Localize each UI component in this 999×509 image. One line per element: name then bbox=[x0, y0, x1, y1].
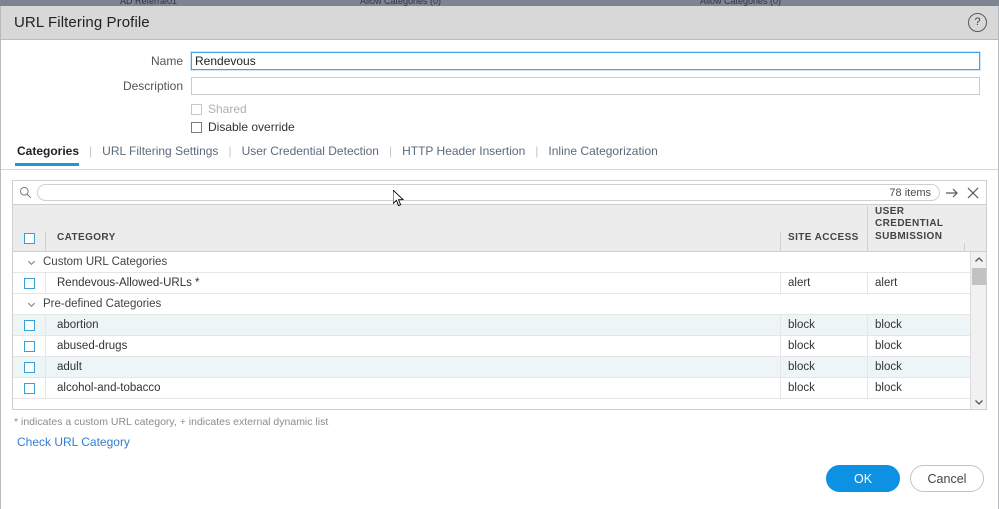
row-select-cell bbox=[13, 336, 45, 356]
scroll-up-arrow[interactable] bbox=[971, 252, 986, 267]
tab-url-filtering-settings[interactable]: URL Filtering Settings bbox=[92, 144, 228, 165]
table-body: Custom URL Categories Rendevous-Allowed-… bbox=[13, 252, 986, 409]
row-category: abortion bbox=[45, 315, 780, 335]
row-select-cell bbox=[13, 378, 45, 398]
table-row[interactable]: alcohol-and-tobacco block block bbox=[13, 378, 986, 399]
dialog-tabs: Categories | URL Filtering Settings | Us… bbox=[1, 144, 998, 170]
item-count-label: 78 items bbox=[889, 186, 931, 199]
magnifier-icon bbox=[20, 187, 32, 199]
shared-row: Shared bbox=[1, 102, 998, 116]
table-group-row[interactable]: Pre-defined Categories bbox=[13, 294, 986, 315]
disable-override-checkbox[interactable] bbox=[191, 121, 202, 133]
footnote-text: * indicates a custom URL category, + ind… bbox=[14, 416, 329, 428]
table-row[interactable]: adult block block bbox=[13, 357, 986, 378]
row-user-credential-submission[interactable]: block bbox=[867, 315, 964, 335]
close-x-icon[interactable] bbox=[965, 185, 981, 201]
row-user-credential-submission[interactable]: block bbox=[867, 336, 964, 356]
tab-categories[interactable]: Categories bbox=[15, 144, 89, 166]
table-scrollbar[interactable] bbox=[970, 252, 986, 409]
group-label: Pre-defined Categories bbox=[43, 298, 162, 310]
row-category: adult bbox=[45, 357, 780, 377]
tab-user-credential-detection[interactable]: User Credential Detection bbox=[232, 144, 389, 165]
cancel-button[interactable]: Cancel bbox=[910, 465, 984, 492]
categories-table: CATEGORY SITE ACCESS USER CREDENTIAL SUB… bbox=[12, 204, 987, 410]
row-site-access[interactable]: block bbox=[780, 315, 867, 335]
table-row[interactable]: abused-drugs block block bbox=[13, 336, 986, 357]
chevron-up-icon bbox=[974, 256, 983, 262]
header-scroll-gutter bbox=[964, 243, 980, 251]
name-label: Name bbox=[150, 54, 183, 68]
row-site-access[interactable]: block bbox=[780, 378, 867, 398]
row-user-credential-submission[interactable]: alert bbox=[867, 273, 964, 293]
chevron-down-icon[interactable] bbox=[27, 300, 36, 309]
header-user-credential-submission[interactable]: USER CREDENTIAL SUBMISSION bbox=[867, 205, 964, 251]
row-category: abused-drugs bbox=[45, 336, 780, 356]
row-select-cell bbox=[13, 273, 45, 293]
shared-checkbox bbox=[191, 103, 202, 115]
dialog-actions: OK Cancel bbox=[826, 465, 984, 492]
dialog-titlebar: URL Filtering Profile ? bbox=[1, 6, 998, 40]
table-header-row: CATEGORY SITE ACCESS USER CREDENTIAL SUB… bbox=[13, 205, 986, 252]
table-row[interactable]: Rendevous-Allowed-URLs * alert alert bbox=[13, 273, 986, 294]
scrollbar-thumb[interactable] bbox=[972, 268, 986, 285]
row-checkbox[interactable] bbox=[23, 319, 35, 331]
header-ucs-line2: CREDENTIAL bbox=[875, 218, 944, 229]
select-all-checkbox[interactable] bbox=[23, 233, 35, 244]
description-label: Description bbox=[122, 79, 183, 93]
chevron-down-icon[interactable] bbox=[27, 258, 36, 267]
row-checkbox[interactable] bbox=[23, 361, 35, 373]
dialog-title: URL Filtering Profile bbox=[14, 14, 150, 31]
header-ucs-line1: USER bbox=[875, 205, 905, 217]
row-select-cell bbox=[13, 315, 45, 335]
disable-override-label: Disable override bbox=[208, 120, 295, 134]
row-select-cell bbox=[13, 357, 45, 377]
row-checkbox[interactable] bbox=[23, 382, 35, 394]
group-label: Custom URL Categories bbox=[43, 256, 168, 268]
row-site-access[interactable]: alert bbox=[780, 273, 867, 293]
description-row: Description bbox=[1, 77, 998, 95]
header-site-access[interactable]: SITE ACCESS bbox=[780, 232, 867, 251]
check-url-category-link[interactable]: Check URL Category bbox=[17, 435, 130, 449]
profile-form: Name Description Shared Disable override bbox=[1, 40, 998, 134]
arrow-right-icon[interactable] bbox=[944, 185, 960, 201]
row-site-access[interactable]: block bbox=[780, 336, 867, 356]
header-ucs-line3: SUBMISSION bbox=[875, 230, 943, 242]
shared-label: Shared bbox=[208, 102, 247, 116]
header-category[interactable]: CATEGORY bbox=[45, 232, 780, 251]
select-all-cell bbox=[13, 233, 45, 251]
group-label-cell: Pre-defined Categories bbox=[13, 294, 877, 314]
tab-http-header-insertion[interactable]: HTTP Header Insertion bbox=[392, 144, 535, 165]
name-row: Name bbox=[1, 52, 998, 70]
row-site-access[interactable]: block bbox=[780, 357, 867, 377]
row-checkbox[interactable] bbox=[23, 340, 35, 352]
help-question-icon[interactable]: ? bbox=[968, 13, 987, 32]
row-category: Rendevous-Allowed-URLs * bbox=[45, 273, 780, 293]
disable-override-row: Disable override bbox=[1, 120, 998, 134]
row-user-credential-submission[interactable]: block bbox=[867, 378, 964, 398]
search-row: 78 items bbox=[12, 180, 987, 204]
ok-button[interactable]: OK bbox=[826, 465, 900, 492]
check-url-category-row: Check URL Category bbox=[17, 435, 998, 449]
row-category: alcohol-and-tobacco bbox=[45, 378, 780, 398]
table-group-row[interactable]: Custom URL Categories bbox=[13, 252, 986, 273]
row-checkbox[interactable] bbox=[23, 277, 35, 289]
name-input[interactable] bbox=[191, 52, 980, 70]
row-user-credential-submission[interactable]: block bbox=[867, 357, 964, 377]
url-filtering-profile-dialog: URL Filtering Profile ? Name Description… bbox=[0, 6, 999, 509]
description-input[interactable] bbox=[191, 77, 980, 95]
group-label-cell: Custom URL Categories bbox=[13, 252, 877, 272]
chevron-down-icon bbox=[974, 399, 983, 405]
scroll-down-arrow[interactable] bbox=[971, 394, 986, 409]
table-row[interactable]: abortion block block bbox=[13, 315, 986, 336]
tab-inline-categorization[interactable]: Inline Categorization bbox=[538, 144, 667, 165]
search-input[interactable]: 78 items bbox=[37, 184, 940, 201]
